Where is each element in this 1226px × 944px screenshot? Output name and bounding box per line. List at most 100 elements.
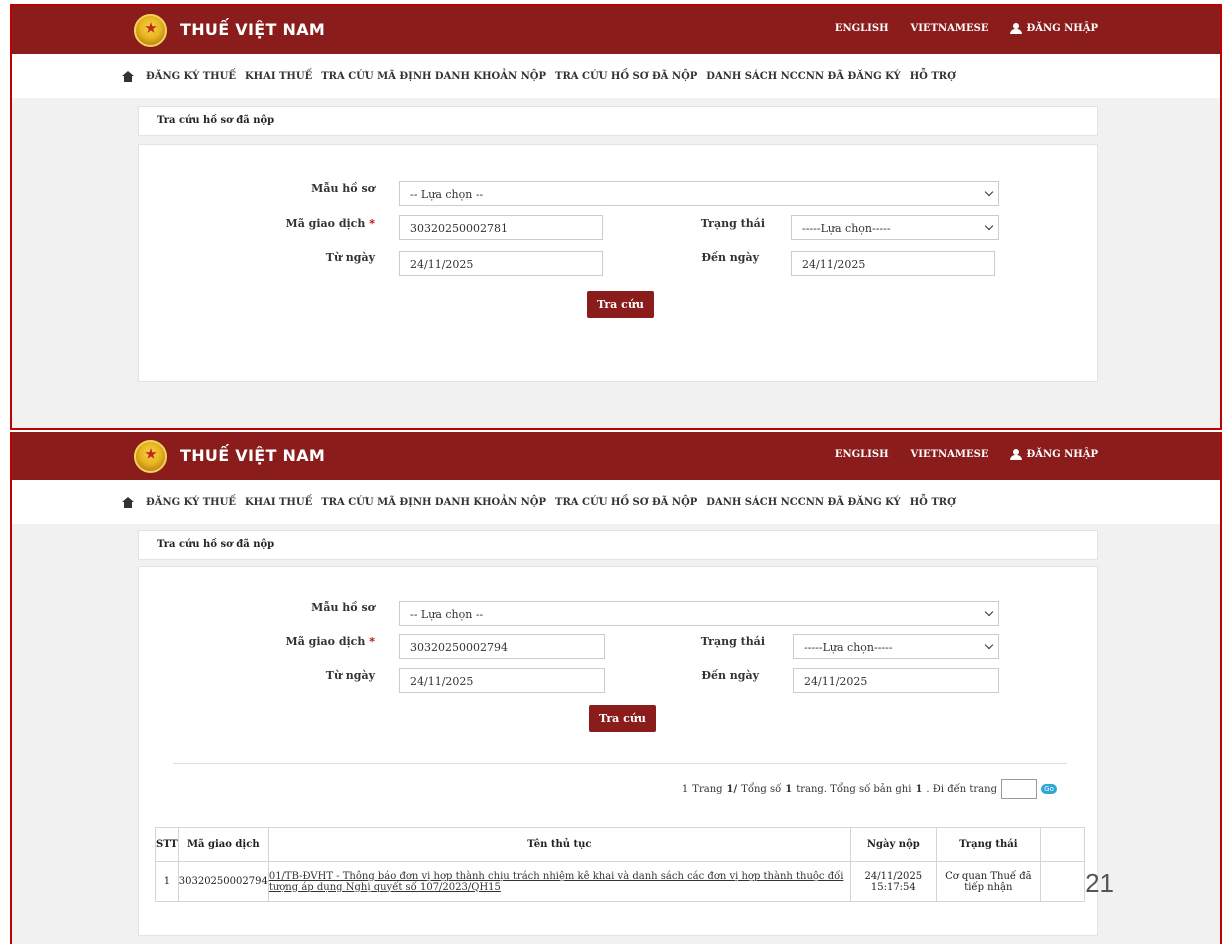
brand-title[interactable]: THUẾ VIỆT NAM [180, 20, 325, 39]
search-form: Mẫu hồ sơ -- Lựa chọn -- Mã giao dịch * … [138, 566, 1098, 936]
nav-item-tra-cuu-ma-dinh-danh[interactable]: TRA CỨU MÃ ĐỊNH DANH KHOẢN NỘP [321, 71, 546, 82]
main-nav: ĐĂNG KÝ THUẾ KHAI THUẾ TRA CỨU MÃ ĐỊNH D… [12, 480, 1220, 524]
pager-text: . Đi đến trang [926, 783, 997, 795]
nav-item-ho-tro[interactable]: HỖ TRỢ [910, 71, 956, 82]
lang-vietnamese-link[interactable]: VIETNAMESE [911, 449, 989, 460]
pager-text: Trang [692, 783, 723, 795]
search-form: Mẫu hồ sơ -- Lựa chọn -- Mã giao dịch * … [138, 144, 1098, 382]
col-header-ngay-nop: Ngày nộp [849, 827, 937, 862]
pager-first[interactable]: 1 [682, 784, 688, 795]
nav-item-dang-ky-thue[interactable]: ĐĂNG KÝ THUẾ [146, 71, 236, 82]
top-header: THUẾ VIỆT NAM ENGLISH VIETNAMESE ĐĂNG NH… [12, 432, 1220, 480]
nav-item-danh-sach-nccnn[interactable]: DANH SÁCH NCCNN ĐÃ ĐĂNG KÝ [706, 71, 900, 82]
ten-thu-tuc-link[interactable]: 01/TB-ĐVHT - Thông báo đơn vị hợp thành … [269, 871, 844, 893]
goto-page-input[interactable] [1001, 779, 1037, 799]
ngay-nop-date: 24/11/2025 [864, 870, 923, 882]
ma-giao-dich-label-text: Mã giao dịch [285, 635, 366, 648]
den-ngay-input[interactable]: 24/11/2025 [791, 251, 995, 276]
mau-ho-so-selected: -- Lựa chọn -- [410, 608, 484, 621]
home-icon[interactable] [122, 496, 134, 508]
mau-ho-so-label: Mẫu hồ sơ [311, 182, 375, 195]
cell-trang-thai: Cơ quan Thuế đã tiếp nhận [935, 861, 1041, 902]
col-header-stt: STT [155, 827, 179, 862]
table-header-row: STT Mã giao dịch Tên thủ tục Ngày nộp Tr… [155, 827, 1086, 862]
trang-thai-selected: -----Lựa chọn----- [804, 641, 893, 654]
mau-ho-so-select[interactable]: -- Lựa chọn -- [399, 181, 999, 206]
ma-giao-dich-input[interactable]: 30320250002781 [399, 215, 603, 240]
top-links: ENGLISH VIETNAMESE ĐĂNG NHẬP [835, 449, 1098, 460]
ma-giao-dich-label: Mã giao dịch * [259, 217, 375, 230]
nav-item-khai-thue[interactable]: KHAI THUẾ [245, 71, 312, 82]
nav-item-tra-cuu-ho-so[interactable]: TRA CỨU HỒ SƠ ĐÃ NỘP [555, 497, 697, 508]
brand-title[interactable]: THUẾ VIỆT NAM [180, 446, 325, 465]
lang-vietnamese-link[interactable]: VIETNAMESE [911, 23, 989, 34]
trang-thai-select[interactable]: -----Lựa chọn----- [791, 215, 999, 240]
col-header-trang-thai: Trạng thái [935, 827, 1041, 862]
slide-page-number: 21 [1085, 868, 1114, 898]
pagination: 1 Trang 1/ Tổng số 1 trang. Tổng số bản … [682, 779, 1057, 799]
table-row: 1 30320250002794 01/TB-ĐVHT - Thông báo … [155, 861, 1086, 902]
login-link[interactable]: ĐĂNG NHẬP [1010, 449, 1098, 460]
login-link[interactable]: ĐĂNG NHẬP [1010, 23, 1098, 34]
cell-ngay-nop: 24/11/2025 15:17:54 [849, 861, 937, 902]
go-button[interactable]: Go [1041, 784, 1057, 794]
cell-ma-giao-dich: 30320250002794 [177, 861, 269, 902]
nav-item-danh-sach-nccnn[interactable]: DANH SÁCH NCCNN ĐÃ ĐĂNG KÝ [706, 497, 900, 508]
tra-cuu-button[interactable]: Tra cứu [589, 705, 656, 732]
nav-item-dang-ky-thue[interactable]: ĐĂNG KÝ THUẾ [146, 497, 236, 508]
page-title: Tra cứu hồ sơ đã nộp [138, 106, 1098, 136]
user-icon [1010, 23, 1023, 34]
screenshot-after-search: THUẾ VIỆT NAM ENGLISH VIETNAMESE ĐĂNG NH… [10, 432, 1222, 944]
lang-english-link[interactable]: ENGLISH [835, 449, 889, 460]
nav-item-tra-cuu-ma-dinh-danh[interactable]: TRA CỨU MÃ ĐỊNH DANH KHOẢN NỘP [321, 497, 546, 508]
ma-giao-dich-label-text: Mã giao dịch [285, 217, 366, 230]
results-table: STT Mã giao dịch Tên thủ tục Ngày nộp Tr… [155, 827, 1086, 902]
lang-english-link[interactable]: ENGLISH [835, 23, 889, 34]
pager-total-records: 1 [915, 783, 923, 795]
pager-current: 1/ [726, 783, 738, 795]
tu-ngay-label: Từ ngày [325, 251, 375, 264]
mau-ho-so-label: Mẫu hồ sơ [311, 601, 375, 614]
den-ngay-input[interactable]: 24/11/2025 [793, 668, 999, 693]
den-ngay-label: Đến ngày [701, 669, 759, 682]
chevron-down-icon [984, 221, 994, 231]
mau-ho-so-select[interactable]: -- Lựa chọn -- [399, 601, 999, 626]
tu-ngay-input[interactable]: 24/11/2025 [399, 668, 605, 693]
main-nav: ĐĂNG KÝ THUẾ KHAI THUẾ TRA CỨU MÃ ĐỊNH D… [12, 54, 1220, 98]
den-ngay-label: Đến ngày [701, 251, 759, 264]
ngay-nop-time: 15:17:54 [870, 881, 916, 893]
col-header-actions [1039, 827, 1086, 862]
pager-text: Tổng số [741, 783, 782, 795]
national-emblem-icon [134, 14, 167, 47]
trang-thai-selected: -----Lựa chọn----- [802, 222, 891, 235]
chevron-down-icon [984, 640, 994, 650]
divider [173, 763, 1067, 764]
col-header-ten-thu-tuc: Tên thủ tục [267, 827, 851, 862]
page-title: Tra cứu hồ sơ đã nộp [138, 530, 1098, 560]
nav-item-tra-cuu-ho-so[interactable]: TRA CỨU HỒ SƠ ĐÃ NỘP [555, 71, 697, 82]
chevron-down-icon [984, 607, 994, 617]
col-header-ma-giao-dich: Mã giao dịch [177, 827, 269, 862]
national-emblem-icon [134, 440, 167, 473]
user-icon [1010, 449, 1023, 460]
nav-item-ho-tro[interactable]: HỖ TRỢ [910, 497, 956, 508]
tu-ngay-label: Từ ngày [325, 669, 375, 682]
top-header: THUẾ VIỆT NAM ENGLISH VIETNAMESE ĐĂNG NH… [12, 6, 1220, 54]
required-mark: * [369, 217, 375, 230]
tra-cuu-button[interactable]: Tra cứu [587, 291, 654, 318]
home-icon[interactable] [122, 70, 134, 82]
pager-text: trang. Tổng số bản ghi [796, 783, 912, 795]
nav-item-khai-thue[interactable]: KHAI THUẾ [245, 497, 312, 508]
trang-thai-label: Trạng thái [700, 217, 765, 230]
trang-thai-label: Trạng thái [700, 635, 765, 648]
ma-giao-dich-input[interactable]: 30320250002794 [399, 634, 605, 659]
login-label: ĐĂNG NHẬP [1026, 449, 1098, 460]
cell-ten-thu-tuc: 01/TB-ĐVHT - Thông báo đơn vị hợp thành … [267, 861, 851, 902]
cell-stt: 1 [155, 861, 179, 902]
chevron-down-icon [984, 187, 994, 197]
mau-ho-so-selected: -- Lựa chọn -- [410, 188, 484, 201]
pager-total-pages: 1 [785, 783, 793, 795]
top-links: ENGLISH VIETNAMESE ĐĂNG NHẬP [835, 23, 1098, 34]
tu-ngay-input[interactable]: 24/11/2025 [399, 251, 603, 276]
trang-thai-select[interactable]: -----Lựa chọn----- [793, 634, 999, 659]
